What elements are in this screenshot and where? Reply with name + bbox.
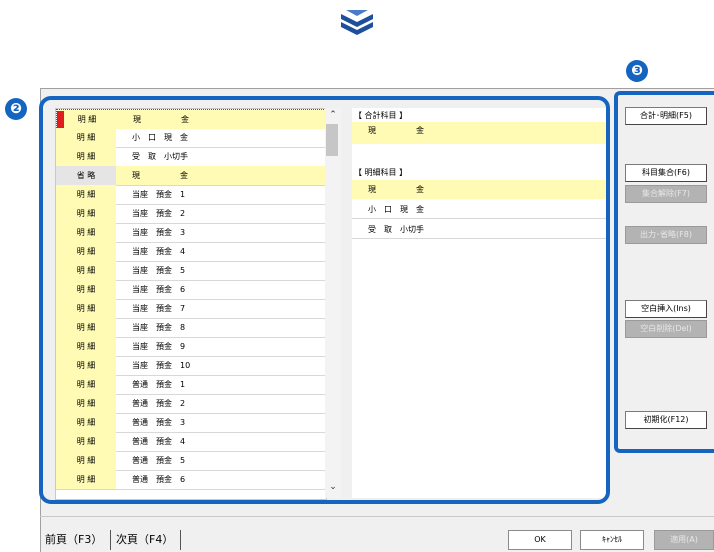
double-chevron-down-icon [340, 8, 374, 40]
footer-divider [40, 516, 714, 517]
marker-2: ❷ [5, 98, 27, 120]
nav-divider-right [180, 530, 181, 550]
ok-button[interactable]: OK [508, 530, 572, 550]
nav-divider [110, 530, 111, 550]
prev-page-button[interactable]: 前頁（F3） [45, 530, 102, 550]
marker-3: ❸ [626, 60, 648, 82]
apply-button[interactable]: 適用(A) [654, 530, 714, 550]
highlight-frame-2 [39, 96, 610, 504]
cancel-button[interactable]: ｷｬﾝｾﾙ [580, 530, 644, 550]
next-page-button[interactable]: 次頁（F4） [116, 530, 173, 550]
highlight-frame-3 [614, 91, 714, 453]
